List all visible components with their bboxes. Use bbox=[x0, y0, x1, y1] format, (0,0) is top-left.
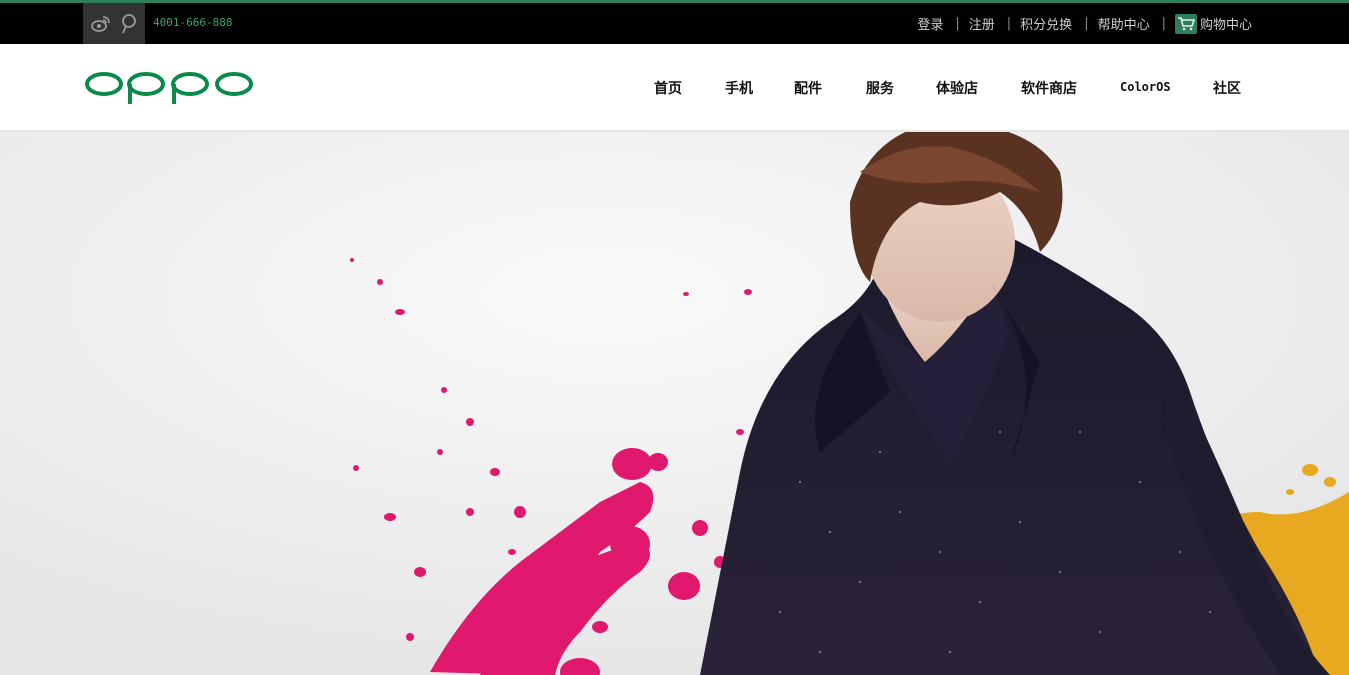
divider: | bbox=[1161, 16, 1166, 31]
nav-phones[interactable]: 手机 bbox=[725, 78, 753, 98]
account-links: 登录 | 注册 | 积分兑换 | 帮助中心 | 购物中心 bbox=[917, 3, 1252, 44]
hotline-number: 4001-666-888 bbox=[153, 16, 233, 29]
top-utility-bar: 4001-666-888 登录 | 注册 | 积分兑换 | 帮助中心 | 购物中… bbox=[0, 0, 1349, 44]
points-exchange-link[interactable]: 积分兑换 bbox=[1020, 14, 1072, 33]
shopping-center-link[interactable]: 购物中心 bbox=[1174, 13, 1252, 34]
register-link[interactable]: 注册 bbox=[969, 14, 995, 33]
nav-experience-store[interactable]: 体验店 bbox=[936, 78, 978, 98]
divider: | bbox=[1084, 16, 1089, 31]
nav-home[interactable]: 首页 bbox=[654, 78, 682, 98]
nav-service[interactable]: 服务 bbox=[866, 78, 894, 98]
help-center-link[interactable]: 帮助中心 bbox=[1098, 14, 1150, 33]
nav-coloros[interactable]: ColorOS bbox=[1120, 80, 1171, 94]
divider: | bbox=[955, 16, 960, 31]
nav-software-store[interactable]: 软件商店 bbox=[1021, 78, 1077, 98]
pin-icon[interactable] bbox=[117, 13, 139, 35]
cart-icon bbox=[1174, 13, 1197, 34]
social-links bbox=[83, 3, 145, 44]
nav-community[interactable]: 社区 bbox=[1213, 78, 1241, 98]
main-header: 首页 手机 配件 服务 体验店 软件商店 ColorOS 社区 bbox=[0, 44, 1349, 132]
hero-artwork bbox=[0, 132, 1349, 675]
weibo-icon[interactable] bbox=[90, 13, 112, 35]
oppo-logo[interactable] bbox=[84, 70, 254, 106]
login-link[interactable]: 登录 bbox=[917, 14, 943, 33]
hero-banner[interactable] bbox=[0, 132, 1349, 675]
nav-accessories[interactable]: 配件 bbox=[794, 78, 822, 98]
divider: | bbox=[1006, 16, 1012, 31]
shopping-center-label: 购物中心 bbox=[1199, 18, 1252, 33]
